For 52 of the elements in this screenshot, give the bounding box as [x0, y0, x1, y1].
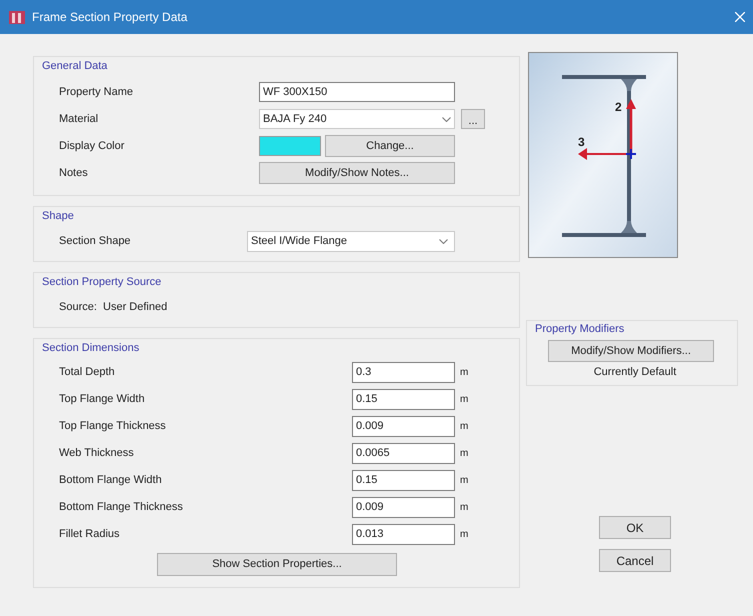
field-label: Total Depth: [59, 364, 116, 380]
group-title: General Data: [42, 59, 108, 73]
field-label: Property Name: [59, 84, 134, 100]
group-title: Property Modifiers: [535, 322, 624, 336]
dialog-button[interactable]: Cancel: [599, 549, 671, 572]
app-icon: [8, 9, 26, 25]
dimension-field[interactable]: 0.0065: [352, 442, 455, 464]
dialog-button[interactable]: OK: [599, 516, 671, 539]
field-label: Section Shape: [59, 234, 132, 250]
field-label: Display Color: [59, 138, 126, 154]
modify-modifiers-button[interactable]: Modify/Show Modifiers...: [548, 340, 714, 362]
axis-label: 2: [615, 100, 622, 114]
origin-marker: [625, 148, 637, 160]
field-label: Notes: [59, 166, 89, 181]
property-name-field[interactable]: WF 300X150: [259, 82, 455, 102]
unit-label: m: [460, 392, 468, 406]
field-label: Web Thickness: [59, 446, 135, 461]
field-label: Top Flange Width: [59, 392, 146, 407]
field-label: Top Flange Thickness: [59, 418, 167, 434]
color-swatch[interactable]: [259, 136, 321, 156]
unit-label: m: [460, 528, 468, 542]
unit-label: m: [460, 474, 468, 488]
field-label: Bottom Flange Thickness: [59, 500, 184, 515]
material-dropdown[interactable]: BAJA Fy 240: [259, 109, 455, 129]
unit-label: m: [460, 500, 468, 514]
source-text: Source: User Defined: [58, 300, 168, 315]
group-title: Section Dimensions: [42, 341, 140, 355]
show-section-properties-button[interactable]: Show Section Properties...: [157, 553, 397, 576]
dimension-field[interactable]: 0.013: [352, 524, 455, 544]
unit-label: m: [460, 420, 468, 434]
group-title: Section Property Source: [42, 275, 162, 289]
chevron-icon: [439, 239, 448, 244]
close-icon[interactable]: [735, 12, 745, 22]
field-label: Bottom Flange Width: [59, 472, 163, 488]
group-title: Shape: [42, 209, 74, 223]
dimension-field[interactable]: 0.009: [352, 496, 455, 518]
dimension-field[interactable]: 0.15: [352, 470, 455, 490]
more-button[interactable]: ...: [461, 109, 485, 129]
field-label: Material: [59, 112, 100, 127]
modify-notes-button[interactable]: Modify/Show Notes...: [259, 162, 455, 184]
section-shape-dropdown[interactable]: Steel I/Wide Flange: [247, 231, 455, 252]
modifiers-status: Currently Default: [594, 365, 676, 380]
dimension-field[interactable]: 0.009: [352, 416, 455, 436]
field-label: Fillet Radius: [59, 526, 121, 542]
unit-label: m: [460, 446, 468, 460]
axis-label: 3: [578, 135, 585, 149]
window-title: Frame Section Property Data: [32, 9, 188, 26]
dimension-field[interactable]: 0.15: [352, 388, 455, 410]
unit-label: m: [460, 366, 468, 380]
chevron-icon: [442, 116, 451, 122]
change-button[interactable]: Change...: [325, 135, 455, 157]
dimension-field[interactable]: 0.3: [352, 362, 455, 382]
